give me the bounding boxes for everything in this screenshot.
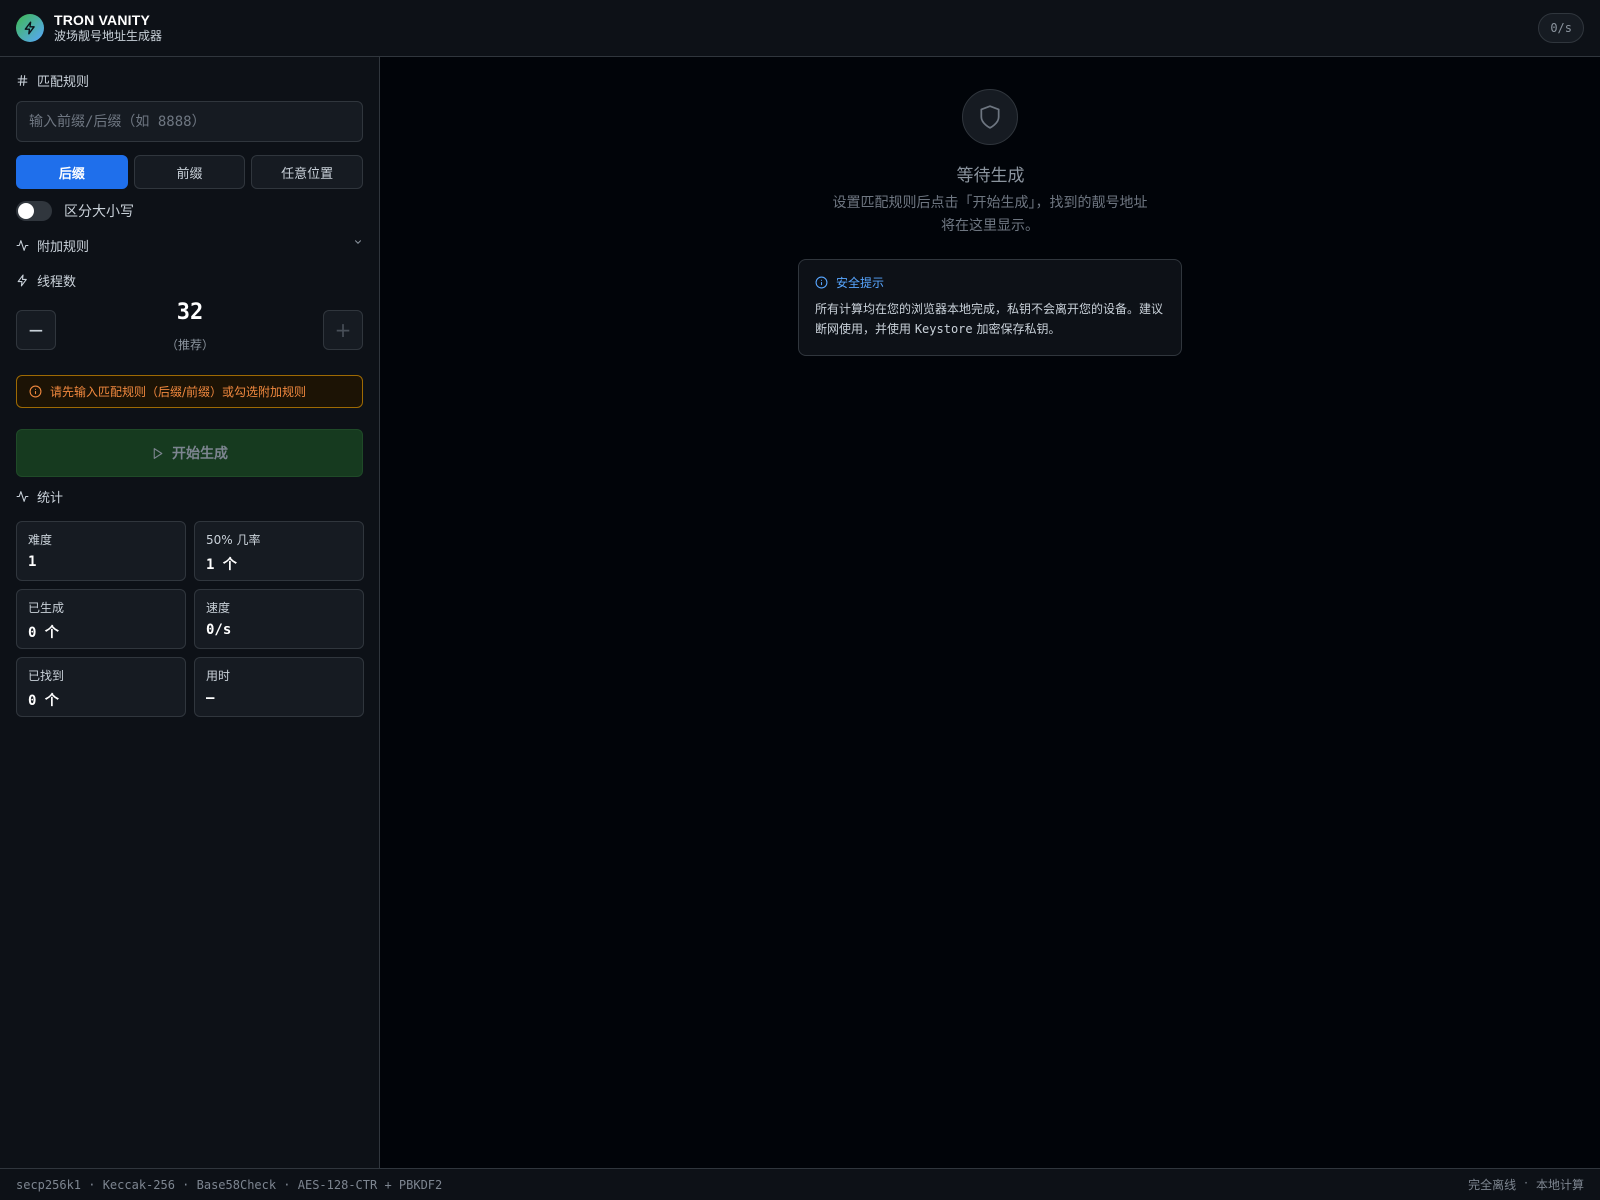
case-sensitive-toggle[interactable] — [16, 201, 52, 221]
match-mode-group: 后缀 前缀 任意位置 — [16, 155, 364, 189]
empty-desc-line: 将在这里显示。 — [941, 218, 1039, 234]
toggle-knob — [18, 203, 34, 219]
app-header: TRON VANITY 波场靓号地址生成器 0/s — [0, 0, 1600, 57]
stats-label: 统计 — [37, 491, 64, 506]
empty-desc-line: 设置匹配规则后点击「开始生成」，找到的靓号地址 — [832, 195, 1148, 211]
hash-icon — [17, 75, 28, 86]
offline-badge: 完全离线 — [1468, 1178, 1517, 1192]
stat-label: 已找到 — [28, 669, 65, 683]
notice-line: 所有计算均在您的浏览器本地完成，私钥不会离开您的设备。建议 — [815, 302, 1164, 316]
extra-rules-toggle[interactable]: 附加规则 — [16, 236, 89, 255]
stat-label: 速度 — [206, 601, 231, 615]
notice-text: 加密保存私钥。 — [972, 322, 1061, 336]
chevron-down-icon[interactable] — [353, 237, 363, 247]
start-label: 开始生成 — [172, 446, 228, 462]
activity-icon — [16, 240, 29, 251]
footer: secp256k1 · Keccak-256 · Base58Check · A… — [0, 1168, 1600, 1200]
rate-indicator: 0/s — [1538, 13, 1584, 43]
match-rules-label: 匹配规则 — [37, 75, 90, 90]
local-badge: 本地计算 — [1535, 1178, 1584, 1192]
mode-suffix-button[interactable]: 后缀 — [16, 155, 128, 189]
stats-heading: 统计 — [16, 487, 63, 506]
notice-header: 安全提示 — [815, 274, 1165, 291]
mode-prefix-button[interactable]: 前缀 — [133, 155, 246, 189]
stat-elapsed: 用时 — — [194, 657, 364, 717]
activity-icon — [16, 491, 29, 502]
mode-anywhere-button[interactable]: 任意位置 — [251, 155, 364, 189]
footer-badges: 完全离线 · 本地计算 — [1468, 1176, 1584, 1193]
stat-label: 已生成 — [28, 601, 65, 615]
rule-warning: 请先输入匹配规则（后缀/前缀）或勾选附加规则 — [16, 375, 363, 408]
info-icon — [29, 385, 42, 398]
notice-line: 断网使用，并使用 Keystore 加密保存私钥。 — [815, 319, 1165, 339]
lightning-icon — [17, 274, 27, 287]
app-subtitle: 波场靓号地址生成器 — [54, 29, 163, 44]
notice-body: 所有计算均在您的浏览器本地完成，私钥不会离开您的设备。建议 断网使用，并使用 K… — [815, 299, 1165, 339]
empty-state-description: 设置匹配规则后点击「开始生成」，找到的靓号地址 将在这里显示。 — [790, 192, 1190, 238]
stat-value: 0 个 — [28, 625, 59, 641]
stat-generated: 已生成 0 个 — [16, 589, 186, 649]
threads-increment-button[interactable]: + — [323, 310, 363, 350]
notice-text: 断网使用，并使用 — [815, 322, 915, 336]
sidebar: 匹配规则 后缀 前缀 任意位置 区分大小写 附加规则 线程数 − 32 （推荐）… — [0, 57, 380, 1168]
case-sensitive-label: 区分大小写 — [64, 204, 134, 220]
stat-value: 1 — [28, 554, 37, 570]
shield-icon — [962, 89, 1018, 145]
extra-rules-label: 附加规则 — [37, 240, 90, 255]
results-panel: 等待生成 设置匹配规则后点击「开始生成」，找到的靓号地址 将在这里显示。 安全提… — [381, 57, 1600, 1168]
threads-label: 线程数 — [37, 275, 77, 290]
warning-text: 请先输入匹配规则（后缀/前缀）或勾选附加规则 — [50, 385, 307, 399]
stat-value: 1 个 — [206, 557, 237, 573]
stat-probability: 50% 几率 1 个 — [194, 521, 364, 581]
separator: · — [1524, 1176, 1528, 1190]
stat-found: 已找到 0 个 — [16, 657, 186, 717]
brand: TRON VANITY 波场靓号地址生成器 — [54, 11, 163, 44]
case-sensitive-row: 区分大小写 — [16, 201, 134, 221]
stat-value: — — [206, 690, 215, 706]
stat-difficulty: 难度 1 — [16, 521, 186, 581]
stat-label: 难度 — [28, 533, 53, 547]
notice-title: 安全提示 — [836, 276, 885, 290]
pattern-input[interactable] — [16, 101, 363, 142]
stat-label: 用时 — [206, 669, 231, 683]
play-icon — [153, 447, 163, 459]
security-notice: 安全提示 所有计算均在您的浏览器本地完成，私钥不会离开您的设备。建议 断网使用，… — [798, 259, 1182, 356]
app-title: TRON VANITY — [54, 11, 151, 28]
stat-value: 0 个 — [28, 693, 59, 709]
lightning-icon — [16, 14, 44, 42]
notice-code: Keystore — [914, 322, 973, 336]
match-rules-heading: 匹配规则 — [16, 71, 89, 90]
stat-value: 0/s — [206, 622, 232, 638]
empty-state-title: 等待生成 — [956, 166, 1025, 186]
algorithm-list: secp256k1 · Keccak-256 · Base58Check · A… — [16, 1177, 443, 1192]
stat-label: 50% 几率 — [206, 533, 261, 547]
stat-speed: 速度 0/s — [194, 589, 364, 649]
info-icon — [815, 276, 828, 289]
start-generate-button[interactable]: 开始生成 — [16, 429, 363, 477]
threads-heading: 线程数 — [16, 271, 76, 290]
